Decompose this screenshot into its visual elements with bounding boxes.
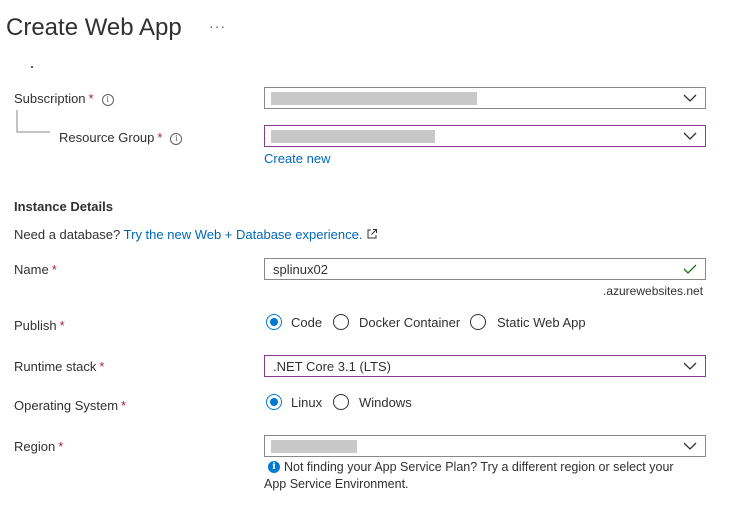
required-marker: * <box>88 91 94 106</box>
publish-label-row: Publish * <box>14 318 65 333</box>
redacted-value <box>271 92 477 105</box>
web-database-link[interactable]: Try the new Web + Database experience. <box>124 227 363 242</box>
region-hint-line1: Not finding your App Service Plan? Try a… <box>284 460 674 474</box>
region-hint-line2: App Service Environment. <box>264 477 409 491</box>
required-marker: * <box>121 398 127 413</box>
tree-connector <box>16 110 50 133</box>
chevron-down-icon <box>683 362 697 370</box>
required-marker: * <box>51 262 57 277</box>
database-prompt-row: Need a database? Try the new Web + Datab… <box>14 227 378 242</box>
chevron-down-icon <box>683 442 697 450</box>
publish-code-radio[interactable] <box>266 314 282 330</box>
subscription-label: Subscription <box>14 91 86 106</box>
publish-static-label: Static Web App <box>497 315 586 330</box>
os-windows-radio[interactable] <box>333 394 349 410</box>
subscription-dropdown[interactable] <box>264 87 706 109</box>
database-prompt: Need a database? <box>14 227 121 242</box>
publish-code-label: Code <box>291 315 323 330</box>
publish-static-radio[interactable] <box>470 314 486 330</box>
scroll-remnant <box>31 66 33 68</box>
info-icon[interactable]: i <box>101 93 114 106</box>
external-link-icon[interactable] <box>366 228 378 240</box>
resource-group-dropdown[interactable] <box>264 125 706 147</box>
subscription-label-row: Subscription * i <box>14 91 114 106</box>
name-label-row: Name * <box>14 262 57 277</box>
name-input-value: splinux02 <box>273 262 328 277</box>
redacted-value <box>271 130 435 143</box>
runtime-stack-dropdown[interactable]: .NET Core 3.1 (LTS) <box>264 355 706 377</box>
info-icon: i <box>268 461 280 473</box>
os-label-row: Operating System * <box>14 398 126 413</box>
more-options-button[interactable]: ··· <box>209 18 226 34</box>
runtime-label: Runtime stack <box>14 359 97 374</box>
instance-details-heading: Instance Details <box>14 199 113 214</box>
redacted-value <box>271 440 357 453</box>
region-label-row: Region * <box>14 439 63 454</box>
runtime-label-row: Runtime stack * <box>14 359 104 374</box>
name-label: Name <box>14 262 49 277</box>
resource-group-label-row: Resource Group * i <box>59 130 183 145</box>
os-linux-radio[interactable] <box>266 394 282 410</box>
runtime-stack-value: .NET Core 3.1 (LTS) <box>273 359 391 374</box>
checkmark-icon <box>683 264 697 274</box>
name-input[interactable]: splinux02 <box>264 258 706 280</box>
domain-suffix: .azurewebsites.net <box>603 284 704 298</box>
required-marker: * <box>157 130 163 145</box>
page-title: Create Web App <box>6 14 182 41</box>
chevron-down-icon <box>683 94 697 102</box>
required-marker: * <box>99 359 105 374</box>
publish-label: Publish <box>14 318 57 333</box>
region-label: Region <box>14 439 56 454</box>
os-linux-label: Linux <box>291 395 323 410</box>
region-dropdown[interactable] <box>264 435 706 457</box>
publish-docker-radio[interactable] <box>333 314 349 330</box>
resource-group-label: Resource Group <box>59 130 155 145</box>
create-new-link[interactable]: Create new <box>264 151 330 166</box>
required-marker: * <box>59 318 65 333</box>
os-windows-label: Windows <box>359 395 412 410</box>
chevron-down-icon <box>683 132 697 140</box>
os-label: Operating System <box>14 398 119 413</box>
info-icon[interactable]: i <box>170 132 183 145</box>
required-marker: * <box>58 439 64 454</box>
publish-docker-label: Docker Container <box>359 315 461 330</box>
